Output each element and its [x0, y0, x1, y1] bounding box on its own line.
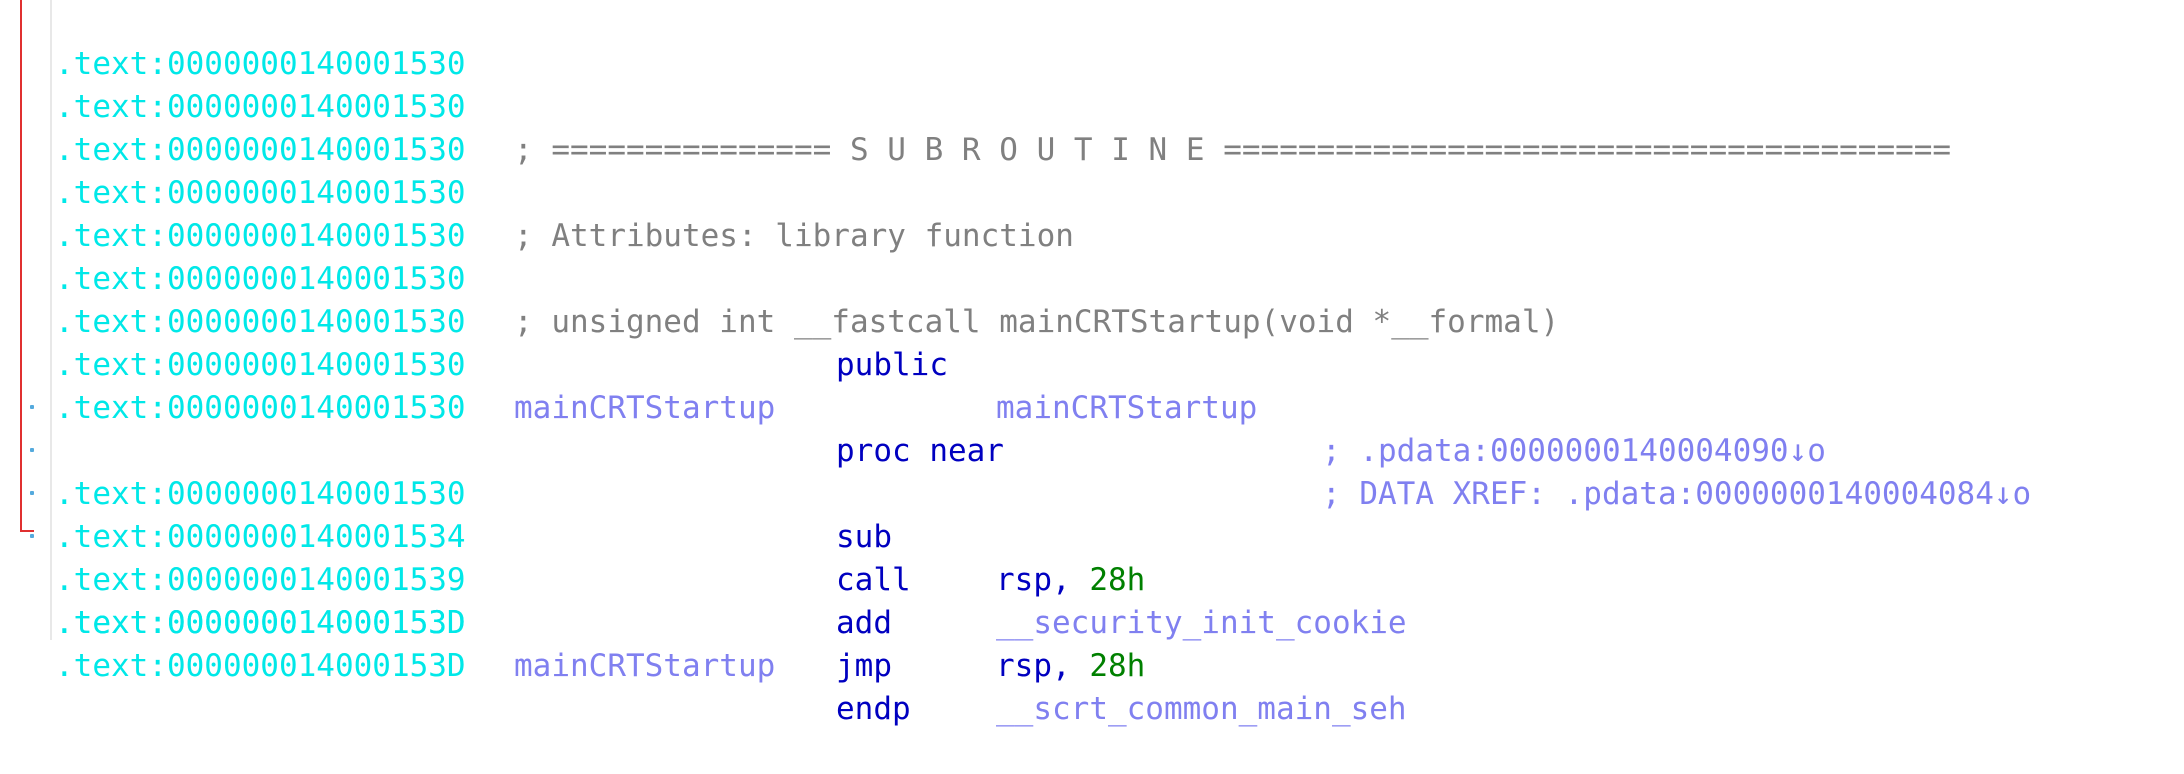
listing-line[interactable]: .text:0000000140001530 mainCRTStartup pr… — [0, 301, 2184, 512]
address[interactable]: .text:000000014000153D — [55, 645, 466, 688]
listing-line[interactable]: .text:0000000140001530 — [0, 172, 2184, 254]
breakpoint-dot[interactable] — [30, 534, 34, 538]
listing-line[interactable]: .text:0000000140001530 ; ===============… — [0, 43, 2184, 168]
listing-line[interactable]: .text:0000000140001530 ; Attributes: lib… — [0, 129, 2184, 254]
listing-line[interactable]: .text:000000014000153D — [0, 602, 2184, 684]
listing-line[interactable]: .text:0000000140001539 add rsp, 28h — [0, 473, 2184, 684]
listing-line[interactable]: .text:0000000140001534 call __security_i… — [0, 430, 2184, 641]
listing-line[interactable]: .text:0000000140001530 — [0, 86, 2184, 168]
instruction-operands[interactable]: rsp, 28h — [996, 645, 1145, 688]
immediate-operand[interactable]: 28h — [1089, 648, 1145, 684]
listing-line[interactable]: .text:0000000140001530 public mainCRTSta… — [0, 258, 2184, 426]
jump-target[interactable]: __scrt_common_main_seh — [996, 688, 1407, 731]
breakpoint-dot[interactable] — [30, 491, 34, 495]
breakpoint-dot[interactable] — [30, 448, 34, 452]
listing-line[interactable]: .text:000000014000153D mainCRTStartup en… — [0, 559, 2184, 727]
listing-line[interactable]: .text:0000000140001530 — [0, 0, 2184, 82]
directive-endp[interactable]: endp — [836, 688, 911, 731]
function-label[interactable]: mainCRTStartup — [514, 645, 775, 688]
breakpoint-dot[interactable] — [30, 405, 34, 409]
instruction-mnemonic[interactable]: jmp — [836, 645, 892, 688]
register-operand[interactable]: rsp, — [996, 648, 1089, 684]
listing-line[interactable]: .text:000000014000153D jmp __scrt_common… — [0, 516, 2184, 727]
listing-line[interactable]: .text:0000000140001530 ; unsigned int __… — [0, 215, 2184, 340]
listing-line[interactable]: .text:0000000140001530 sub rsp, 28h — [0, 387, 2184, 598]
listing-line[interactable]: .text:0000000140001530 ; .pdata:00000001… — [0, 344, 2184, 469]
